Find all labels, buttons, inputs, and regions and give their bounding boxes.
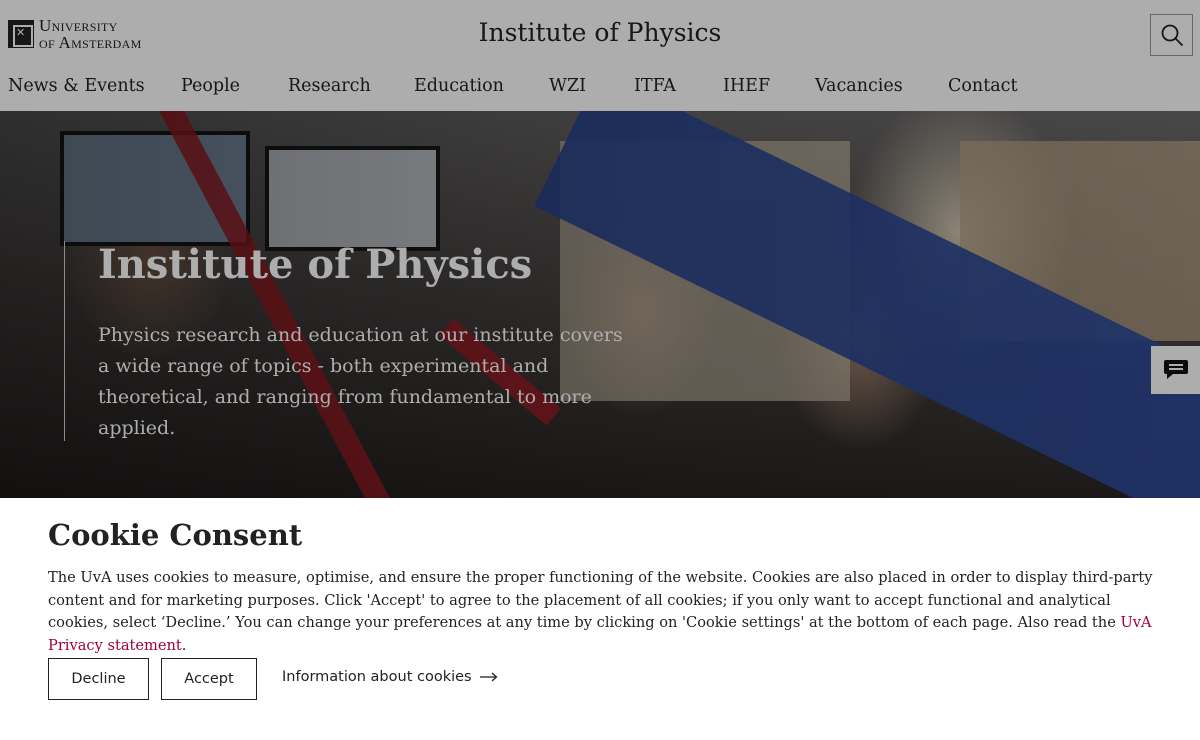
- cookie-body-end: .: [181, 636, 187, 654]
- main-nav: News & Events People Research Education …: [0, 76, 1200, 102]
- hero-description: Physics research and education at our in…: [98, 324, 623, 439]
- site-title[interactable]: Institute of Physics: [0, 18, 1200, 47]
- arrow-right-icon: [479, 672, 498, 682]
- chat-button[interactable]: [1151, 346, 1200, 394]
- search-icon: [1161, 24, 1184, 47]
- site-header: University of Amsterdam Institute of Phy…: [0, 0, 1200, 111]
- nav-item-vacancies[interactable]: Vacancies: [815, 76, 903, 96]
- cookie-description: The UvA uses cookies to measure, optimis…: [48, 567, 1158, 657]
- search-button[interactable]: [1150, 14, 1193, 56]
- chat-icon: [1164, 360, 1188, 379]
- nav-item-itfa[interactable]: ITFA: [634, 76, 676, 96]
- cookie-info-link[interactable]: Information about cookies: [282, 669, 498, 685]
- nav-item-research[interactable]: Research: [288, 76, 371, 96]
- hero-title: Institute of Physics: [98, 241, 533, 288]
- nav-item-ihef[interactable]: IHEF: [723, 76, 770, 96]
- hero-content: Institute of Physics Physics research an…: [64, 241, 624, 441]
- nav-item-wzi[interactable]: WZI: [549, 76, 586, 96]
- nav-item-contact[interactable]: Contact: [948, 76, 1018, 96]
- nav-item-education[interactable]: Education: [414, 76, 504, 96]
- nav-item-people[interactable]: People: [181, 76, 240, 96]
- accept-button[interactable]: Accept: [161, 658, 257, 700]
- cookie-body-text: The UvA uses cookies to measure, optimis…: [48, 569, 1153, 631]
- cookie-consent-banner: Cookie Consent The UvA uses cookies to m…: [0, 498, 1200, 740]
- nav-item-news-events[interactable]: News & Events: [8, 76, 145, 96]
- cookie-info-label: Information about cookies: [282, 669, 472, 685]
- cookie-title: Cookie Consent: [48, 518, 303, 552]
- hero-banner: Institute of Physics Physics research an…: [0, 111, 1200, 499]
- decline-button[interactable]: Decline: [48, 658, 149, 700]
